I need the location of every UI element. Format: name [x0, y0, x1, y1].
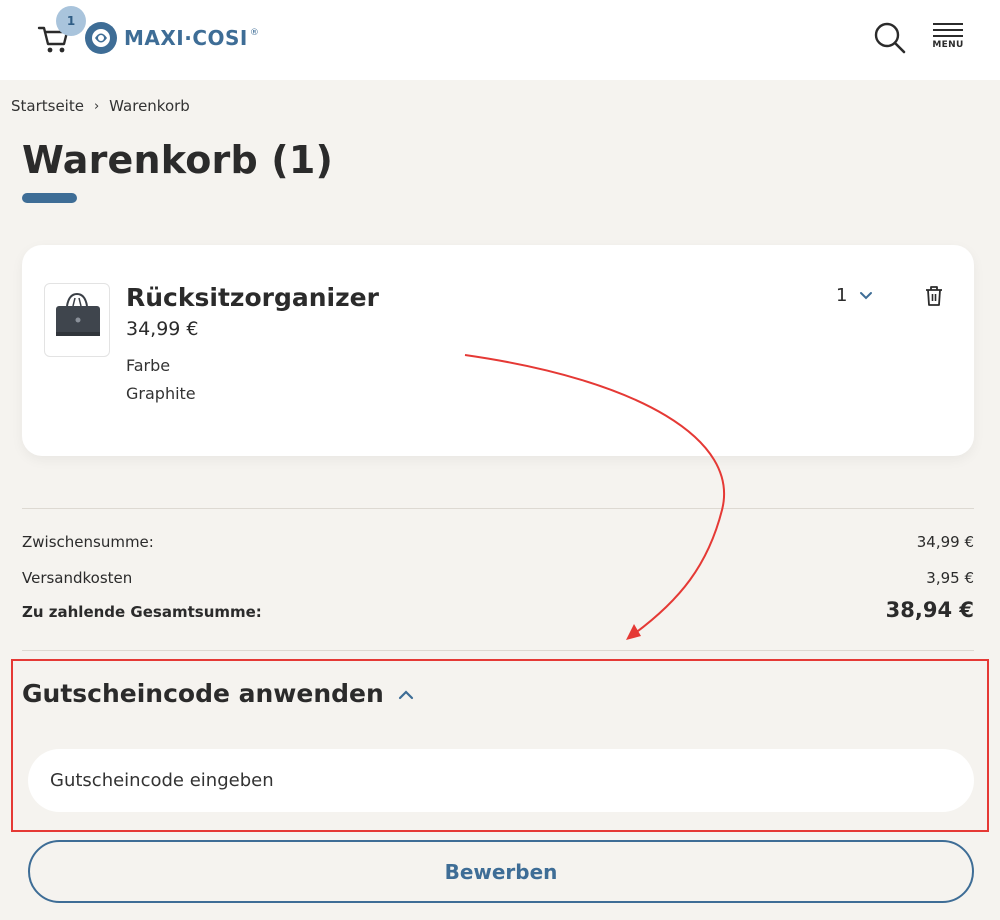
- search-icon[interactable]: [872, 20, 908, 56]
- breadcrumb-current: Warenkorb: [109, 97, 190, 115]
- trash-icon[interactable]: [924, 285, 944, 307]
- chevron-up-icon: [398, 689, 413, 699]
- total-row: Zu zahlende Gesamtsumme: 38,94 €: [22, 598, 974, 622]
- cart-count-badge: 1: [56, 6, 86, 36]
- total-value: 38,94 €: [885, 598, 974, 622]
- product-price: 34,99 €: [126, 318, 199, 340]
- product-attribute-value: Graphite: [126, 384, 196, 403]
- apply-coupon-button[interactable]: Bewerben: [28, 840, 974, 903]
- bag-product-image: [56, 292, 100, 336]
- total-label: Zu zahlende Gesamtsumme:: [22, 603, 262, 621]
- title-underline: [22, 193, 77, 203]
- coupon-title: Gutscheincode anwenden: [22, 679, 384, 708]
- logo-mark-icon: [85, 22, 117, 54]
- product-name[interactable]: Rücksitzorganizer: [126, 283, 379, 312]
- site-header: 1 MAXI·COSI ® MENU: [0, 0, 1000, 80]
- subtotal-label: Zwischensumme:: [22, 533, 154, 551]
- shipping-value: 3,95 €: [926, 569, 974, 587]
- menu-button[interactable]: MENU: [930, 22, 966, 56]
- page-title: Warenkorb (1): [22, 138, 334, 182]
- coupon-toggle[interactable]: Gutscheincode anwenden: [22, 679, 414, 708]
- subtotal-value: 34,99 €: [916, 533, 974, 551]
- shipping-label: Versandkosten: [22, 569, 133, 587]
- breadcrumb-home[interactable]: Startseite: [11, 97, 84, 115]
- cart-item-card: Rücksitzorganizer 34,99 € Farbe Graphite…: [22, 245, 974, 456]
- product-thumbnail[interactable]: [44, 283, 110, 357]
- quantity-select[interactable]: 1: [836, 285, 873, 306]
- menu-label: MENU: [932, 40, 964, 50]
- shipping-row: Versandkosten 3,95 €: [22, 569, 974, 587]
- chevron-right-icon: ›: [93, 98, 100, 114]
- quantity-value: 1: [836, 285, 848, 306]
- breadcrumb: Startseite › Warenkorb: [11, 97, 190, 115]
- hamburger-icon: [933, 23, 963, 37]
- registered-mark: ®: [249, 28, 259, 38]
- logo-wordmark: MAXI·COSI: [124, 26, 248, 50]
- divider: [22, 508, 974, 509]
- coupon-code-input[interactable]: [28, 749, 974, 812]
- subtotal-row: Zwischensumme: 34,99 €: [22, 533, 974, 551]
- maxi-cosi-logo[interactable]: MAXI·COSI ®: [84, 20, 259, 56]
- chevron-down-icon: [860, 291, 873, 299]
- product-attribute-label: Farbe: [126, 356, 171, 375]
- divider: [22, 650, 974, 651]
